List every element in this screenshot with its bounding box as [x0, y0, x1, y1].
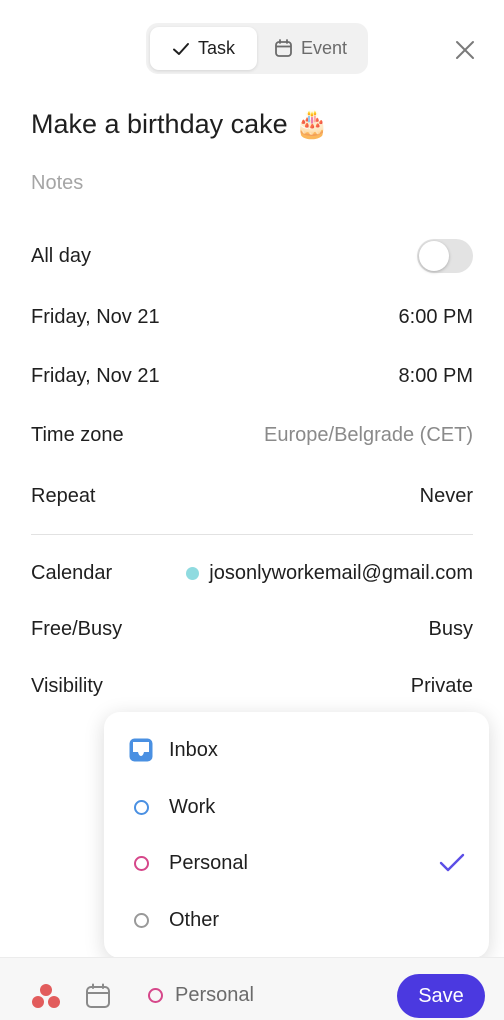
- visibility-value: Private: [410, 674, 473, 697]
- calendar-label: Calendar: [31, 561, 113, 584]
- menu-item-inbox[interactable]: Inbox: [104, 730, 489, 770]
- menu-item-label: Personal: [169, 851, 248, 874]
- time-zone-row[interactable]: Time zone Europe/Belgrade (CET): [31, 420, 473, 450]
- bottom-bar: Personal Save: [0, 957, 504, 1020]
- toggle-knob: [419, 241, 449, 271]
- menu-item-other[interactable]: Other: [104, 900, 489, 940]
- end-row: Friday, Nov 21 8:00 PM: [31, 361, 473, 391]
- time-zone-value: Europe/Belgrade (CET): [264, 423, 473, 446]
- project-selector-label: Personal: [175, 984, 254, 1006]
- tab-task[interactable]: Task: [150, 27, 257, 70]
- task-event-toggle: Task Event: [146, 23, 368, 74]
- project-selector[interactable]: Personal: [148, 984, 254, 1007]
- calendar-row[interactable]: Calendar josonlyworkemail@gmail.com: [31, 558, 473, 588]
- calendar-value: josonlyworkemail@gmail.com: [186, 562, 473, 585]
- calendar-icon: [275, 39, 292, 57]
- tab-event[interactable]: Event: [257, 27, 364, 70]
- free-busy-label: Free/Busy: [31, 617, 123, 640]
- all-day-toggle[interactable]: [417, 239, 473, 273]
- tab-event-label: Event: [300, 38, 348, 58]
- inbox-icon: [128, 737, 154, 763]
- repeat-value: Never: [419, 484, 473, 507]
- project-menu: Inbox Work Personal Other: [104, 712, 489, 958]
- divider: [31, 534, 473, 535]
- close-icon: [456, 41, 474, 59]
- start-time[interactable]: 6:00 PM: [399, 306, 473, 329]
- repeat-row[interactable]: Repeat Never: [31, 481, 473, 511]
- end-date[interactable]: Friday, Nov 21: [31, 365, 160, 388]
- menu-item-label: Work: [169, 795, 216, 818]
- circle-icon: [128, 794, 154, 820]
- circle-icon: [148, 988, 163, 1003]
- free-busy-value: Busy: [428, 617, 473, 640]
- menu-item-label: Other: [169, 908, 220, 931]
- start-date[interactable]: Friday, Nov 21: [31, 306, 160, 329]
- calendar-email: josonlyworkemail@gmail.com: [209, 561, 473, 584]
- notes-input[interactable]: Notes: [31, 172, 83, 195]
- end-time[interactable]: 8:00 PM: [399, 365, 473, 388]
- task-title[interactable]: Make a birthday cake 🎂: [31, 108, 329, 140]
- calendar-icon[interactable]: [85, 983, 111, 1014]
- calendar-color-dot: [186, 566, 200, 580]
- menu-item-personal[interactable]: Personal: [104, 843, 489, 883]
- all-day-row: All day: [31, 239, 473, 273]
- free-busy-row[interactable]: Free/Busy Busy: [31, 614, 473, 644]
- all-day-label: All day: [31, 244, 92, 267]
- circle-icon: [128, 850, 154, 876]
- visibility-label: Visibility: [31, 674, 103, 697]
- repeat-label: Repeat: [31, 484, 96, 507]
- circle-icon: [128, 907, 154, 933]
- tab-task-label: Task: [197, 38, 235, 58]
- start-row: Friday, Nov 21 6:00 PM: [31, 302, 473, 332]
- close-button[interactable]: [452, 37, 478, 63]
- selected-check-icon: [439, 853, 465, 872]
- visibility-row[interactable]: Visibility Private: [31, 671, 473, 701]
- time-zone-label: Time zone: [31, 423, 124, 446]
- check-icon: [172, 42, 189, 55]
- menu-item-label: Inbox: [169, 738, 218, 761]
- app-logo-icon[interactable]: [31, 982, 61, 1015]
- save-button[interactable]: Save: [397, 974, 485, 1018]
- menu-item-work[interactable]: Work: [104, 787, 489, 827]
